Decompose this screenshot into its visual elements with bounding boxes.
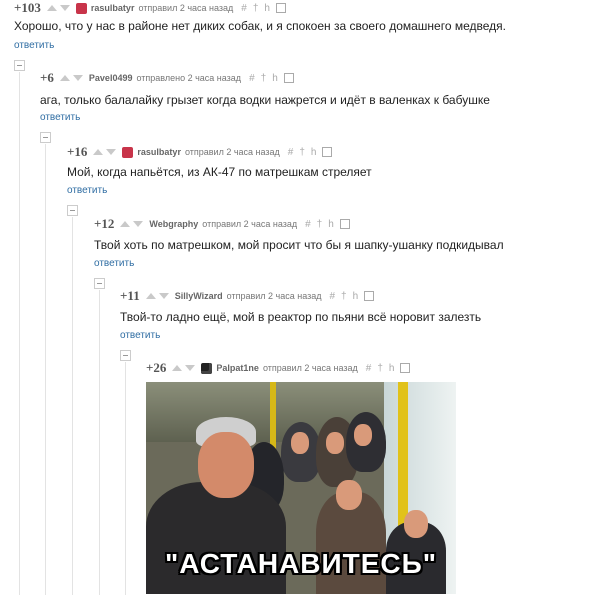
collapse-toggle[interactable] xyxy=(94,278,105,289)
posted-time: отправлено 2 часа назад xyxy=(136,73,242,83)
downvote-arrow-icon[interactable] xyxy=(72,75,83,81)
author-link[interactable]: Pavel0499 xyxy=(89,73,133,83)
downvote-arrow-icon[interactable] xyxy=(158,293,169,299)
downvote-arrow-icon[interactable] xyxy=(106,149,117,155)
comment-header: +16 rasulbatyr отправил 2 часа назад # †… xyxy=(67,144,333,160)
meme-caption: "АСТАНАВИТЕСЬ" xyxy=(164,548,438,579)
passenger-face xyxy=(291,432,309,454)
downvote-arrow-icon[interactable] xyxy=(59,5,70,11)
pin-icon[interactable]: † xyxy=(253,3,259,14)
save-icon[interactable] xyxy=(322,147,333,157)
hash-icon[interactable]: # xyxy=(366,363,372,374)
link-icon[interactable]: h xyxy=(311,147,317,158)
upvote-arrow-icon[interactable] xyxy=(46,5,57,11)
rating: +103 xyxy=(14,0,41,15)
save-icon[interactable] xyxy=(275,3,286,13)
collapse-toggle[interactable] xyxy=(120,350,131,361)
passenger-face xyxy=(326,432,344,454)
hash-icon[interactable]: # xyxy=(288,147,294,158)
meme-image[interactable]: "АСТАНАВИТЕСЬ" xyxy=(146,382,456,594)
author-link[interactable]: rasulbatyr xyxy=(91,3,135,13)
comment-text: Хорошо, что у нас в районе нет диких соб… xyxy=(14,19,506,33)
save-icon[interactable] xyxy=(283,73,294,83)
comment-text: Твой хоть по матрешком, мой просит что б… xyxy=(94,238,504,252)
avatar[interactable] xyxy=(201,362,213,374)
man-face xyxy=(198,432,254,498)
hash-icon[interactable]: # xyxy=(305,219,311,230)
upvote-arrow-icon[interactable] xyxy=(120,221,131,227)
link-icon[interactable]: h xyxy=(389,363,395,374)
posted-time: отправил 2 часа назад xyxy=(138,3,234,13)
hash-icon[interactable]: # xyxy=(249,73,255,84)
collapse-toggle[interactable] xyxy=(40,132,51,143)
save-icon[interactable] xyxy=(400,363,411,373)
link-icon[interactable]: h xyxy=(328,219,334,230)
upvote-arrow-icon[interactable] xyxy=(59,75,70,81)
comment-header: +11 SillyWizard отправил 2 часа назад # … xyxy=(120,288,375,304)
rating: +12 xyxy=(94,216,115,231)
rating: +11 xyxy=(120,288,140,303)
upvote-arrow-icon[interactable] xyxy=(172,365,183,371)
passenger-face xyxy=(404,510,428,538)
rating: +26 xyxy=(146,360,167,375)
link-icon[interactable]: h xyxy=(272,73,278,84)
thread-line xyxy=(72,217,73,595)
hash-icon[interactable]: # xyxy=(241,3,247,14)
comment-text: ага, только балалайку грызет когда водки… xyxy=(40,93,490,107)
collapse-toggle[interactable] xyxy=(14,60,25,71)
avatar[interactable] xyxy=(122,146,134,158)
comment-text: Мой, когда напьётся, из АК-47 по матрешк… xyxy=(67,165,372,179)
comment-header: +103 rasulbatyr отправил 2 часа назад # … xyxy=(14,0,286,16)
hash-icon[interactable]: # xyxy=(329,291,335,302)
author-link[interactable]: rasulbatyr xyxy=(137,147,181,157)
author-link[interactable]: Palpat1ne xyxy=(216,363,259,373)
upvote-arrow-icon[interactable] xyxy=(93,149,104,155)
passenger-face xyxy=(354,424,372,446)
rating: +6 xyxy=(40,70,54,85)
pin-icon[interactable]: † xyxy=(317,219,323,230)
downvote-arrow-icon[interactable] xyxy=(185,365,196,371)
reply-link[interactable]: ответить xyxy=(120,330,160,341)
pin-icon[interactable]: † xyxy=(341,291,347,302)
comment-header: +6 Pavel0499 отправлено 2 часа назад # †… xyxy=(40,70,294,86)
downvote-arrow-icon[interactable] xyxy=(133,221,144,227)
thread-line xyxy=(45,144,46,595)
posted-time: отправил 2 часа назад xyxy=(226,291,322,301)
pin-icon[interactable]: † xyxy=(377,363,383,374)
reply-link[interactable]: ответить xyxy=(14,40,54,51)
save-icon[interactable] xyxy=(339,219,350,229)
pin-icon[interactable]: † xyxy=(299,147,305,158)
reply-link[interactable]: ответить xyxy=(67,185,107,196)
thread-line xyxy=(125,362,126,595)
pin-icon[interactable]: † xyxy=(261,73,267,84)
rating: +16 xyxy=(67,144,88,159)
avatar[interactable] xyxy=(75,2,87,14)
reply-link[interactable]: ответить xyxy=(94,258,134,269)
link-icon[interactable]: h xyxy=(353,291,359,302)
comment-header: +26 Palpat1ne отправил 2 часа назад # † … xyxy=(146,360,411,376)
posted-time: отправил 2 часа назад xyxy=(262,363,358,373)
passenger-face xyxy=(336,480,362,510)
author-link[interactable]: Webgraphy xyxy=(149,219,198,229)
posted-time: отправил 2 часа назад xyxy=(202,219,298,229)
thread-line xyxy=(19,72,20,595)
comment-header: +12 Webgraphy отправил 2 часа назад # † … xyxy=(94,216,350,232)
link-icon[interactable]: h xyxy=(264,3,270,14)
comment-text: Твой-то ладно ещё, мой в реактор по пьян… xyxy=(120,310,482,324)
reply-link[interactable]: ответить xyxy=(40,112,80,123)
thread-line xyxy=(99,290,100,595)
posted-time: отправил 2 часа назад xyxy=(184,147,280,157)
upvote-arrow-icon[interactable] xyxy=(145,293,156,299)
collapse-toggle[interactable] xyxy=(67,205,78,216)
author-link[interactable]: SillyWizard xyxy=(175,291,223,301)
save-icon[interactable] xyxy=(364,291,375,301)
